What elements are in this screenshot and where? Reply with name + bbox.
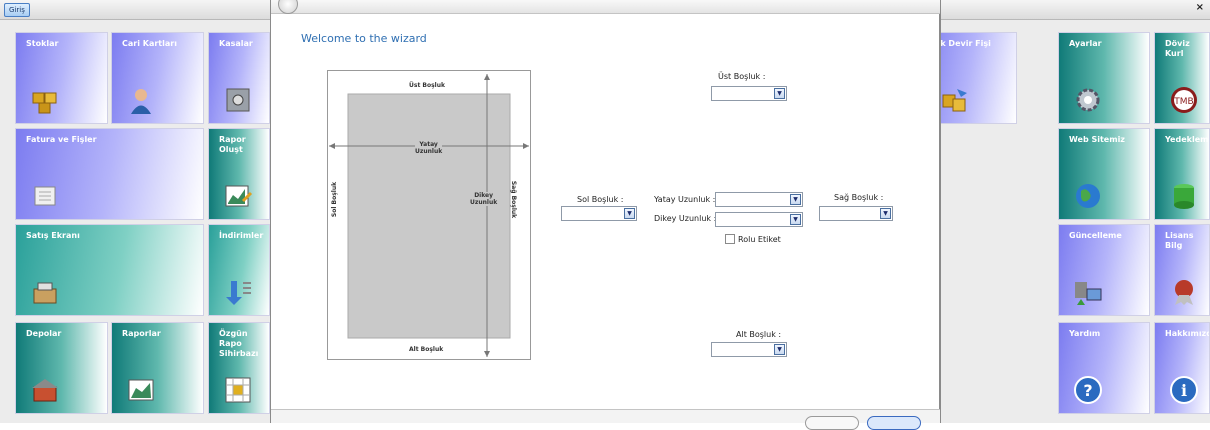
alt-bosluk-combo[interactable]: ▼ bbox=[711, 342, 787, 357]
diagram-label-alt: Alt Boşluk bbox=[409, 346, 444, 353]
diagram-label-ust: Üst Boşluk bbox=[409, 82, 445, 89]
dikey-uzunluk-combo[interactable]: ▼ bbox=[715, 212, 803, 227]
tile-label: Raporlar bbox=[122, 329, 161, 338]
certificate-icon bbox=[1175, 280, 1193, 305]
tile-label: Yardım bbox=[1069, 329, 1101, 338]
grid-report-icon bbox=[225, 377, 251, 403]
tile-depolar[interactable]: Depolar bbox=[15, 322, 108, 414]
wizard-dialog: Welcome to the wizard Üst Boşluk Alt Boş… bbox=[270, 0, 941, 430]
tile-satis-ekrani[interactable]: Satış Ekranı bbox=[15, 224, 204, 316]
tile-label: Hakkımızd bbox=[1165, 329, 1210, 338]
rolu-etiket-label: Rolu Etiket bbox=[738, 235, 781, 244]
globe-icon bbox=[1076, 184, 1100, 208]
diagram-label-dikey: Dikey Uzunluk bbox=[470, 192, 498, 206]
chevron-down-icon[interactable]: ▼ bbox=[790, 214, 801, 225]
wizard-title: Welcome to the wizard bbox=[301, 32, 427, 45]
footer-button-2[interactable] bbox=[867, 416, 921, 430]
tile-lisans-bilgileri[interactable]: Lisans Bilg bbox=[1154, 224, 1210, 316]
tile-ozgun-rapor[interactable]: Özgün Rapo Sihirbazı bbox=[208, 322, 270, 414]
sol-bosluk-label: Sol Boşluk : bbox=[577, 195, 624, 204]
chart-edit-icon bbox=[225, 185, 253, 207]
tile-label: Depolar bbox=[26, 329, 62, 338]
chart-icon bbox=[128, 379, 154, 401]
label-margins-diagram bbox=[327, 70, 531, 360]
dialog-footer bbox=[271, 409, 940, 430]
tile-web-sitemiz[interactable]: Web Sitemiz bbox=[1058, 128, 1150, 220]
tile-ayarlar[interactable]: Ayarlar bbox=[1058, 32, 1150, 124]
tile-label: Cari Kartları bbox=[122, 39, 177, 48]
update-icon bbox=[1075, 282, 1102, 305]
tile-label: Fatura ve Fişler bbox=[26, 135, 97, 144]
tile-label: İndirimler bbox=[219, 231, 264, 240]
tile-label: Özgün Rapo Sihirbazı bbox=[219, 329, 259, 358]
database-icon bbox=[1174, 184, 1194, 209]
dialog-titlebar bbox=[271, 0, 940, 14]
chevron-down-icon[interactable]: ▼ bbox=[624, 208, 635, 219]
cash-register-icon bbox=[33, 282, 57, 304]
tile-doviz-kurlari[interactable]: Döviz Kurl TMB bbox=[1154, 32, 1210, 124]
user-icon bbox=[131, 89, 151, 114]
sag-bosluk-label: Sağ Boşluk : bbox=[834, 193, 884, 202]
tile-label: Web Sitemiz bbox=[1069, 135, 1125, 144]
yatay-uzunluk-combo[interactable]: ▼ bbox=[715, 192, 803, 207]
chevron-down-icon[interactable]: ▼ bbox=[790, 194, 801, 205]
tile-cari-kartlari[interactable]: Cari Kartları bbox=[111, 32, 204, 124]
tab-giris[interactable]: Giriş bbox=[4, 3, 30, 17]
diagram-label-sag: Sağ Boşluk bbox=[510, 180, 518, 219]
svg-text:TMB: TMB bbox=[1173, 97, 1193, 107]
tile-yedekleme[interactable]: Yedeklem bbox=[1154, 128, 1210, 220]
tile-hakkimizda[interactable]: Hakkımızd i bbox=[1154, 322, 1210, 414]
tile-kasalar[interactable]: Kasalar bbox=[208, 32, 270, 124]
ust-bosluk-combo[interactable]: ▼ bbox=[711, 86, 787, 101]
chevron-down-icon[interactable]: ▼ bbox=[774, 88, 785, 99]
tile-label: Ayarlar bbox=[1069, 39, 1102, 48]
central-bank-icon: TMB bbox=[1171, 87, 1197, 113]
tile-label: Güncelleme bbox=[1069, 231, 1122, 240]
sol-bosluk-combo[interactable]: ▼ bbox=[561, 206, 637, 221]
ust-bosluk-label: Üst Boşluk : bbox=[718, 72, 766, 81]
sag-bosluk-combo[interactable]: ▼ bbox=[819, 206, 893, 221]
tile-label: Döviz Kurl bbox=[1165, 39, 1190, 58]
footer-button-1[interactable] bbox=[805, 416, 859, 430]
svg-text:i: i bbox=[1181, 381, 1187, 400]
tile-indirimler[interactable]: İndirimler bbox=[208, 224, 270, 316]
tile-fatura[interactable]: Fatura ve Fişler bbox=[15, 128, 204, 220]
boxes-icon bbox=[32, 92, 57, 114]
info-icon: i bbox=[1170, 376, 1198, 404]
tile-raporlar[interactable]: Raporlar bbox=[111, 322, 204, 414]
diagram-label-yatay: Yatay Uzunluk bbox=[415, 141, 443, 155]
rolu-etiket-checkbox[interactable] bbox=[725, 234, 735, 244]
tile-label: Rapor Oluşt bbox=[219, 135, 246, 154]
boxes-arrow-icon bbox=[942, 89, 967, 112]
yatay-uzunluk-label: Yatay Uzunluk : bbox=[654, 195, 716, 204]
scroll-icon bbox=[34, 186, 56, 206]
tile-label: Yedeklem bbox=[1165, 135, 1209, 144]
tile-label: Kasalar bbox=[219, 39, 253, 48]
close-icon[interactable]: × bbox=[1196, 2, 1204, 13]
tile-label: Satış Ekranı bbox=[26, 231, 80, 240]
dialog-orb-button[interactable] bbox=[278, 0, 298, 14]
sort-down-icon bbox=[226, 281, 251, 305]
dikey-uzunluk-label: Dikey Uzunluk : bbox=[654, 214, 717, 223]
alt-bosluk-label: Alt Boşluk : bbox=[736, 330, 782, 339]
help-icon: ? bbox=[1074, 376, 1102, 404]
chevron-down-icon[interactable]: ▼ bbox=[880, 208, 891, 219]
tile-guncelleme[interactable]: Güncelleme bbox=[1058, 224, 1150, 316]
warehouse-icon bbox=[32, 379, 58, 402]
chevron-down-icon[interactable]: ▼ bbox=[774, 344, 785, 355]
safe-icon bbox=[226, 88, 250, 112]
gear-icon bbox=[1076, 88, 1100, 112]
diagram-label-sol: Sol Boşluk bbox=[331, 181, 339, 218]
tile-rapor-olustur[interactable]: Rapor Oluşt bbox=[208, 128, 270, 220]
tile-yardim[interactable]: Yardım ? bbox=[1058, 322, 1150, 414]
svg-text:?: ? bbox=[1083, 381, 1092, 400]
tile-stoklar[interactable]: Stoklar bbox=[15, 32, 108, 124]
tile-label: Stoklar bbox=[26, 39, 59, 48]
tile-label: Lisans Bilg bbox=[1165, 231, 1194, 250]
